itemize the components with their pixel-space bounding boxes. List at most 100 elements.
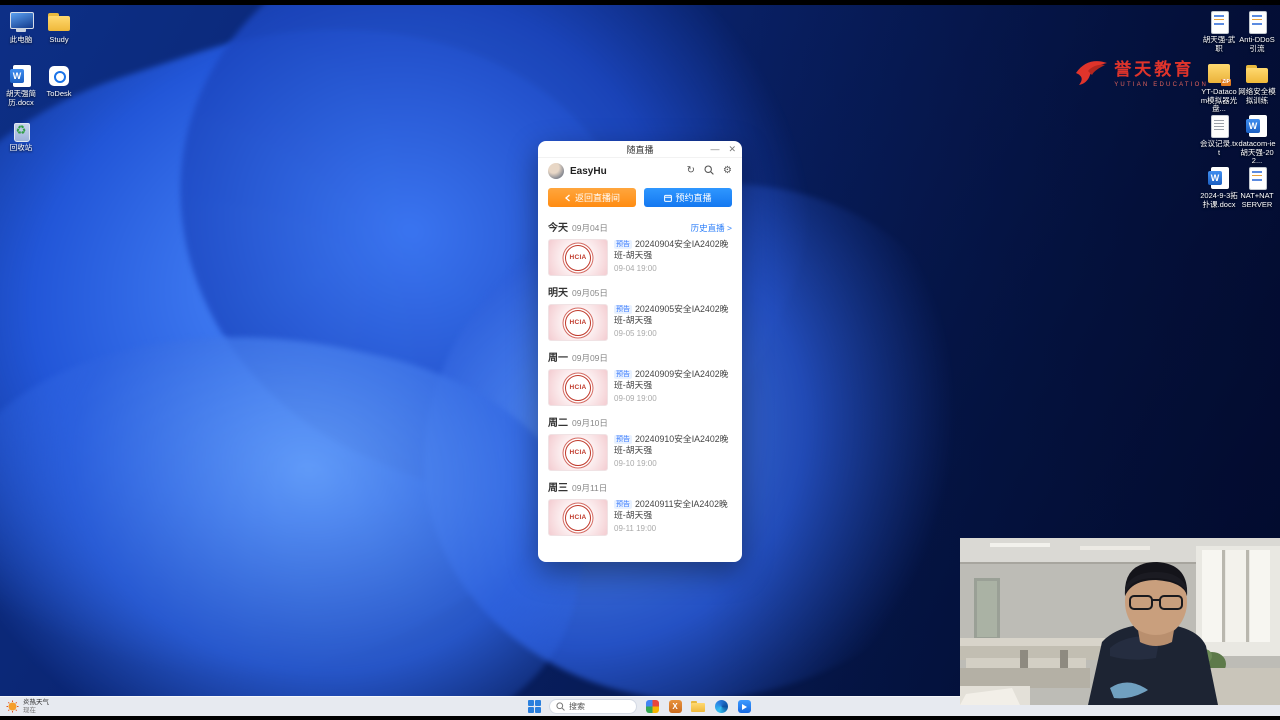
live-time: 09-09 19:00 [614,394,657,403]
close-icon[interactable]: ✕ [728,144,736,154]
desktop-icon-label: 2024-9-3拓扑课.docx [1200,191,1238,209]
live-item[interactable]: HCIA 预告 20240905安全IA2402晚班-胡天强 09-05 19:0… [548,304,732,341]
section-day: 周二 [548,418,568,429]
txt-icon [1204,113,1234,139]
brand-bird-icon [1076,60,1108,85]
live-title: 预告 20240905安全IA2402晚班-胡天强 [614,304,729,325]
start-button[interactable] [528,699,542,714]
taskbar-weather-widget[interactable]: 炎热天气 现在 [0,697,55,716]
desktop-icon-label: 回收站 [9,143,33,152]
desktop-icon-folder[interactable]: Study [40,9,78,63]
search-icon[interactable] [704,164,714,178]
history-live-link[interactable]: 历史直播 > [691,222,732,234]
brand-subtitle: YUTIAN EDUCATION [1114,82,1208,88]
user-row: EasyHu ↻ ⚙ [538,158,742,182]
pinned-app-icon-photos[interactable] [644,699,660,715]
back-to-liveroom-button[interactable]: 返回直播间 [548,188,636,207]
reserve-live-button[interactable]: 预约直播 [644,188,732,207]
section-date: 09月09日 [572,353,608,363]
doc-icon [1204,9,1234,35]
desktop-icon-word[interactable]: 胡天强简历.docx [2,63,40,117]
minimize-icon[interactable]: — [710,144,719,154]
pc-icon [6,9,36,35]
hcia-thumbnail: HCIA [548,499,608,536]
doc-icon [1242,9,1272,35]
hcia-seal-icon: HCIA [565,439,591,466]
hcia-thumbnail: HCIA [548,304,608,341]
desktop-icon-label: Anti-DDoS引流 [1239,35,1275,53]
live-title: 预告 20240909安全IA2402晚班-胡天强 [614,369,729,390]
preview-badge: 预告 [614,500,632,509]
hcia-seal-icon: HCIA [565,244,591,271]
preview-badge: 预告 [614,435,632,444]
hcia-seal-icon: HCIA [565,374,591,401]
schedule-section: 周三 09月11日 HCIA 预告 20240911安全IA2402晚班-胡天强 … [548,479,732,536]
doc-icon [1242,165,1272,191]
weather-line1: 炎热天气 [23,699,49,706]
action-buttons: 返回直播间 预约直播 [538,182,742,211]
hcia-thumbnail: HCIA [548,239,608,276]
preview-badge: 预告 [614,305,632,314]
webcam-scene [960,538,1280,705]
preview-badge: 预告 [614,240,632,249]
zip-icon [1204,61,1234,87]
desktop-icon-txt[interactable]: 会议记录.txt [1200,113,1238,165]
preview-badge: 预告 [614,370,632,379]
desktop-icon-doc[interactable]: Anti-DDoS引流 [1238,9,1276,61]
search-icon [556,702,565,711]
live-item[interactable]: HCIA 预告 20240909安全IA2402晚班-胡天强 09-09 19:0… [548,369,732,406]
avatar[interactable] [548,163,564,179]
edge-browser-button[interactable] [713,699,729,715]
user-name: EasyHu [570,165,607,177]
live-title: 预告 20240904安全IA2402晚班-胡天强 [614,239,729,260]
refresh-icon[interactable]: ↻ [687,166,695,176]
section-date: 09月11日 [572,483,608,493]
desktop-icon-label: Study [49,35,69,44]
desktop-icon-doc[interactable]: 胡天强-武职 [1200,9,1238,61]
schedule-section: 周二 09月10日 HCIA 预告 20240910安全IA2402晚班-胡天强 … [548,414,732,471]
desktop-icon-doc[interactable]: NAT+NAT SERVER [1238,165,1276,217]
window-titlebar[interactable]: 随直播 — ✕ [538,141,742,158]
desktop-icon-zip[interactable]: YT-Datacom模拟器光盘... [1200,61,1238,113]
file-explorer-button[interactable] [690,699,706,715]
taskbar-search-box[interactable]: 搜索 [549,699,637,714]
gear-icon[interactable]: ⚙ [723,166,732,176]
live-schedule-list: 今天 09月04日 历史直播 > HCIA 预告 20240904安全IA2402… [538,211,742,536]
word-icon [1242,113,1272,139]
live-title: 预告 20240911安全IA2402晚班-胡天强 [614,499,728,520]
hcia-seal-icon: HCIA [565,309,591,336]
desktop-icon-label: NAT+NAT SERVER [1240,191,1274,209]
schedule-section: 明天 09月05日 HCIA 预告 20240905安全IA2402晚班-胡天强 … [548,284,732,341]
desktop-icon-folder[interactable]: 网络安全模拟训练 [1238,61,1276,113]
live-item[interactable]: HCIA 预告 20240910安全IA2402晚班-胡天强 09-10 19:0… [548,434,732,471]
pinned-app-icon-box[interactable]: X [667,699,683,715]
live-item[interactable]: HCIA 预告 20240904安全IA2402晚班-胡天强 09-04 19:0… [548,239,732,276]
brand-name: 誉天教育 [1114,60,1195,79]
desktop-icon-label: 胡天强简历.docx [6,89,36,107]
desktop-icon-todesk[interactable]: ToDesk [40,63,78,117]
todesk-icon [44,63,74,89]
schedule-section: 周一 09月09日 HCIA 预告 20240909安全IA2402晚班-胡天强 … [548,349,732,406]
desktop-icon-recycle[interactable]: 回收站 [2,117,40,171]
photos-icon [645,700,659,713]
edge-icon [714,700,728,713]
window-title: 随直播 [626,144,654,155]
hcia-thumbnail: HCIA [548,434,608,471]
desktop-icon-word[interactable]: 2024-9-3拓扑课.docx [1200,165,1238,217]
live-item[interactable]: HCIA 预告 20240911安全IA2402晚班-胡天强 09-11 19:0… [548,499,732,536]
desktop-icon-pc[interactable]: 此电脑 [2,9,40,63]
hcia-seal-icon: HCIA [565,504,591,531]
section-date: 09月04日 [572,223,608,233]
desktop-icon-label: 网络安全模拟训练 [1238,87,1276,105]
webcam-overlay [960,538,1280,705]
screen: 此电脑 胡天强简历.docx 回收站 Study ToDesk 胡天强-武职 Y… [0,0,1280,720]
desktop-icon-word[interactable]: datacom-ie胡天强-202... [1238,113,1276,165]
live-app-button[interactable] [736,699,752,715]
word-icon [1204,165,1234,191]
hcia-thumbnail: HCIA [548,369,608,406]
desktop-icons-right: 胡天强-武职 YT-Datacom模拟器光盘... 会议记录.txt 2024-… [1200,9,1276,217]
section-day: 今天 [548,223,568,234]
live-time: 09-05 19:00 [614,329,657,338]
folder-icon [1242,61,1272,87]
app-box-icon: X [668,700,682,713]
